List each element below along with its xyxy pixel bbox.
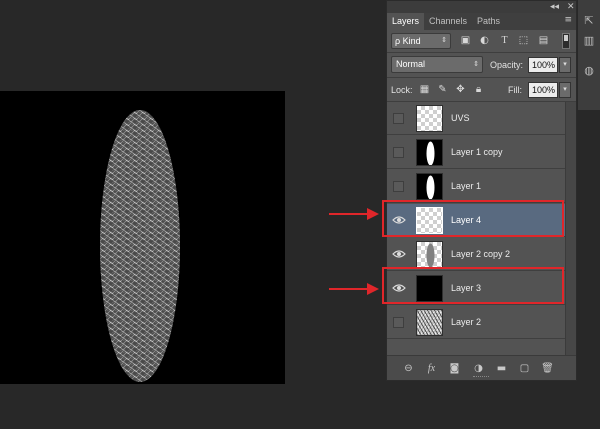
highlight-box — [382, 267, 564, 304]
divider — [387, 77, 576, 78]
tab-layers[interactable]: Layers — [387, 13, 425, 30]
panel-bottom-bar: ⊖ fx ◙ ◑ ▬ ▢ 🗑︎ — [387, 355, 576, 380]
lock-transparency-icon[interactable]: ▦ — [419, 84, 430, 95]
new-group-icon[interactable]: ▬ — [495, 362, 508, 375]
layers-scrollbar[interactable] — [565, 102, 576, 355]
layer-name: Layer 2 — [451, 317, 482, 327]
type-filter-icon[interactable]: T — [498, 35, 511, 47]
divider — [387, 52, 576, 53]
panel-title-bar[interactable]: ◂◂ ✕ — [387, 1, 576, 13]
red-arrow-icon — [329, 283, 379, 295]
eye-icon[interactable] — [392, 247, 406, 261]
fill-dropdown-button[interactable]: ▾ — [559, 82, 571, 98]
visibility-toggle[interactable] — [393, 181, 404, 192]
opacity-input[interactable]: 100% — [528, 57, 558, 73]
layer-thumbnail — [416, 241, 443, 268]
lock-row: Lock: ▦ ✎ ✥ 🔒︎ Fill: 100% ▾ — [387, 79, 576, 101]
layer-name: Layer 1 copy — [451, 147, 503, 157]
filter-kind-select[interactable]: ρ Kind ⇕ — [391, 33, 451, 49]
blend-row: Normal ⇕ Opacity: 100% ▾ — [387, 54, 576, 76]
fx-icon[interactable]: fx — [425, 362, 438, 375]
layer-row-layer-2[interactable]: Layer 2 — [387, 306, 565, 339]
adjustment-layer-icon[interactable]: ◑ — [472, 362, 485, 375]
layer-name: UVS — [451, 113, 470, 123]
blend-mode-select[interactable]: Normal ⇕ — [391, 56, 483, 73]
chevron-updown-icon: ⇕ — [441, 37, 447, 44]
chevron-updown-icon: ⇕ — [473, 61, 479, 68]
layer-row-layer-1[interactable]: Layer 1 — [387, 170, 565, 203]
collapse-icon[interactable]: ◂◂ — [550, 2, 559, 12]
new-layer-icon[interactable]: ▢ — [518, 362, 531, 375]
panel-tabs: Layers Channels Paths ≡ — [387, 13, 576, 30]
smart-object-filter-icon[interactable]: ▤ — [537, 35, 550, 47]
adjustment-filter-icon[interactable]: ◐ — [478, 35, 491, 47]
panel-icon[interactable]: ⇱ — [581, 14, 597, 28]
layer-name: Layer 2 copy 2 — [451, 249, 511, 259]
panel-menu-icon[interactable]: ≡ — [564, 15, 572, 25]
blend-mode-value: Normal — [396, 59, 426, 69]
panel-icon[interactable]: ▥ — [581, 34, 597, 48]
link-layers-icon[interactable]: ⊖ — [402, 362, 415, 375]
delete-layer-icon[interactable]: 🗑︎ — [541, 362, 554, 375]
close-icon[interactable]: ✕ — [567, 2, 575, 12]
layer-row-uvs[interactable]: UVS — [387, 102, 565, 135]
visibility-toggle[interactable] — [393, 147, 404, 158]
side-icon-strip: ⇱ ▥ ◍ — [578, 0, 600, 110]
filter-toggle-switch[interactable] — [562, 33, 570, 49]
document-canvas[interactable] — [0, 91, 285, 384]
visibility-toggle[interactable] — [393, 113, 404, 124]
image-filter-icon[interactable]: ▣ — [459, 35, 472, 47]
lock-position-icon[interactable]: ✥ — [455, 84, 466, 95]
layer-thumbnail — [416, 139, 443, 166]
layer-row-layer-1-copy[interactable]: Layer 1 copy — [387, 136, 565, 169]
opacity-dropdown-button[interactable]: ▾ — [559, 57, 571, 73]
visibility-toggle[interactable] — [393, 317, 404, 328]
tab-paths[interactable]: Paths — [472, 13, 505, 30]
fill-label: Fill: — [508, 85, 522, 95]
canvas-artwork — [100, 110, 180, 382]
resize-grip[interactable] — [473, 376, 489, 379]
opacity-label: Opacity: — [490, 60, 524, 70]
layer-name: Layer 1 — [451, 181, 482, 191]
highlight-box — [382, 200, 564, 237]
layer-thumbnail — [416, 105, 443, 132]
layer-thumbnail — [416, 309, 443, 336]
filter-kind-label: ρ Kind — [395, 36, 421, 46]
tab-channels[interactable]: Channels — [424, 13, 472, 30]
layers-panel: ◂◂ ✕ Layers Channels Paths ≡ ρ Kind ⇕ ▣ … — [386, 0, 577, 381]
lock-all-icon[interactable]: 🔒︎ — [473, 84, 484, 95]
lock-label: Lock: — [391, 85, 413, 95]
shape-filter-icon[interactable]: ⬚ — [517, 35, 530, 47]
add-mask-icon[interactable]: ◙ — [448, 362, 461, 375]
lock-pixels-icon[interactable]: ✎ — [437, 84, 448, 95]
red-arrow-icon — [329, 208, 379, 220]
layer-filter-row: ρ Kind ⇕ ▣ ◐ T ⬚ ▤ — [387, 30, 576, 52]
layer-thumbnail — [416, 173, 443, 200]
panel-icon[interactable]: ◍ — [581, 64, 597, 78]
fill-input[interactable]: 100% — [528, 82, 558, 98]
